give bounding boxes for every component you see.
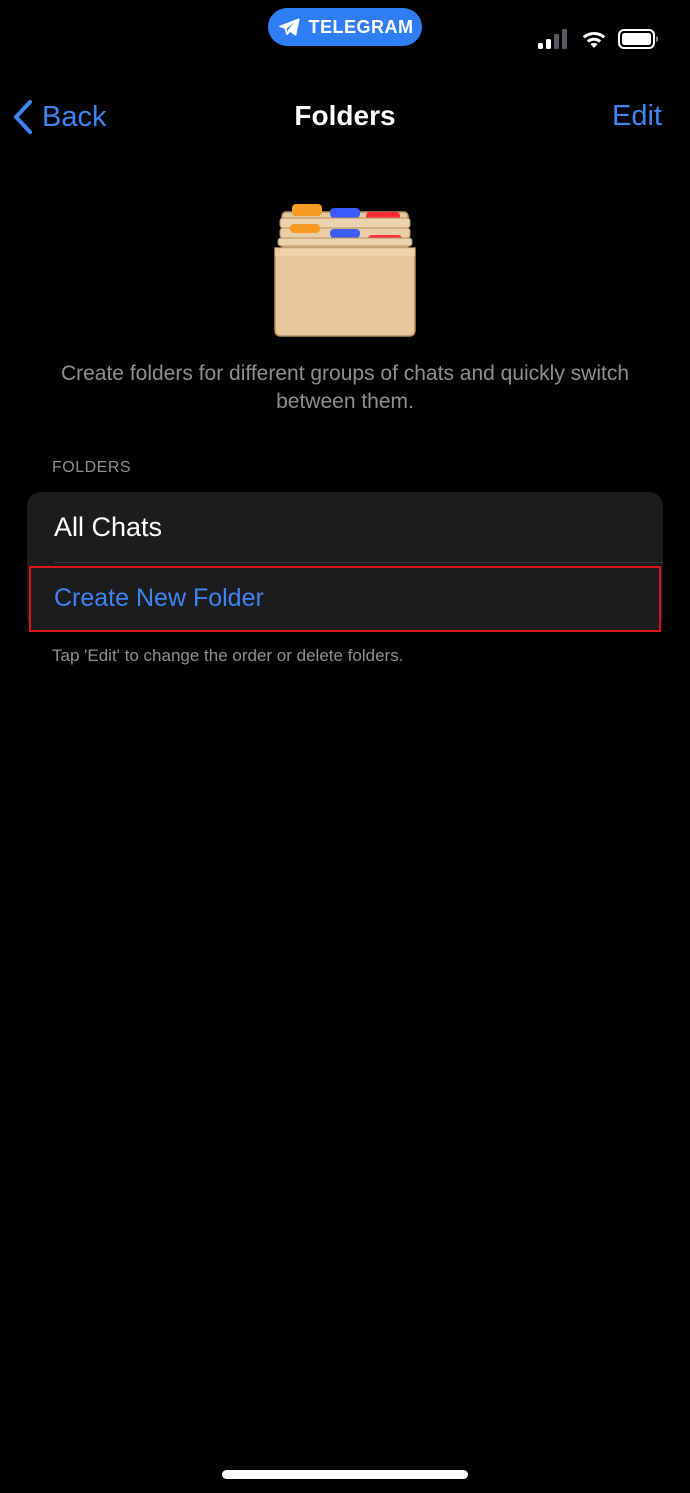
edit-button[interactable]: Edit [612, 100, 662, 133]
wifi-icon [582, 32, 606, 48]
status-bar: TELEGRAM [0, 0, 690, 60]
list-item-label: All Chats [54, 511, 163, 542]
status-icons [536, 28, 660, 50]
home-indicator[interactable] [222, 1470, 468, 1479]
page-title: Folders [294, 100, 396, 131]
app-pill-label: TELEGRAM [308, 16, 414, 37]
folders-footer-note: Tap 'Edit' to change the order or delete… [52, 646, 404, 665]
create-new-folder-button[interactable]: Create New Folder [27, 563, 663, 632]
folders-list: All Chats Create New Folder [27, 492, 663, 632]
app-return-pill[interactable]: TELEGRAM [268, 8, 422, 46]
folders-section-header: FOLDERS [52, 459, 132, 476]
navigation-bar: Back Folders Edit [0, 88, 690, 146]
battery-icon [618, 29, 658, 49]
folders-card-file-icon [274, 204, 416, 337]
cellular-signal-icon [538, 29, 567, 49]
telegram-icon [278, 18, 300, 36]
create-new-folder-label: Create New Folder [54, 583, 264, 612]
folders-description: Create folders for different groups of c… [60, 362, 630, 413]
list-item-all-chats[interactable]: All Chats [27, 492, 663, 562]
